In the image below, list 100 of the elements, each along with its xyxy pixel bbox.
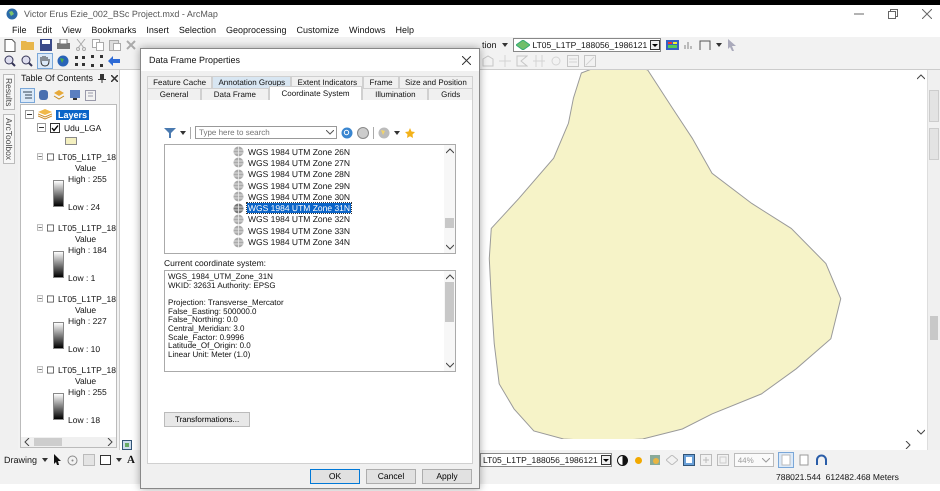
coordinate-system-item[interactable]: WGS 1984 UTM Zone 30N [247, 192, 352, 202]
monitor-icon[interactable] [69, 89, 81, 101]
menu-item[interactable]: Help [396, 25, 414, 35]
collapse-icon[interactable] [25, 110, 34, 119]
dialog-button[interactable]: OK [310, 468, 360, 484]
rectangle-icon[interactable] [100, 455, 112, 465]
checkbox[interactable] [47, 364, 54, 374]
pointer-icon[interactable] [53, 454, 62, 466]
options-icon[interactable] [85, 90, 96, 100]
scroll-right-icon[interactable] [107, 438, 113, 446]
zoom-out-icon[interactable] [21, 55, 33, 67]
tab[interactable]: Frame [363, 76, 399, 88]
color-table-icon[interactable] [666, 40, 680, 50]
globe-search-icon[interactable] [357, 126, 369, 138]
layout-view-icon[interactable] [682, 454, 695, 466]
star-icon[interactable] [404, 126, 416, 138]
layer-name[interactable]: LT05_L1TP_18 [58, 364, 116, 374]
transformations-button[interactable]: Transformations... [164, 412, 250, 427]
pan-hand-icon[interactable] [38, 54, 52, 68]
side-tab[interactable]: ArcToolbox [3, 114, 15, 164]
tab[interactable]: Data Frame [201, 88, 269, 100]
scroll-right-icon[interactable] [905, 440, 911, 448]
coordinate-system-item[interactable]: WGS 1984 UTM Zone 31N [247, 203, 352, 214]
layer-dropdown[interactable]: LT05_L1TP_188056_1986121 [512, 38, 662, 52]
close-icon[interactable] [922, 9, 932, 19]
menu-item[interactable]: Selection [178, 25, 216, 35]
menu-item[interactable]: Windows [349, 25, 386, 35]
polygon-tool-icon[interactable] [699, 40, 712, 50]
selection-menu[interactable]: tion [482, 40, 497, 50]
tab[interactable]: Size and Position [398, 76, 473, 88]
layer-name[interactable]: Udu_LGA [64, 122, 102, 132]
fixed-zoom-out-icon[interactable] [91, 55, 103, 67]
menu-item[interactable]: Geoprocessing [226, 25, 286, 35]
scrollbar-thumb[interactable] [930, 316, 938, 340]
layers-group[interactable]: Layers [56, 110, 90, 120]
collapse-icon[interactable] [37, 123, 46, 132]
back-arrow-icon[interactable] [108, 56, 120, 66]
chevron-down-icon[interactable] [326, 130, 334, 135]
menu-item[interactable]: Edit [36, 25, 52, 35]
scroll-up-icon[interactable] [446, 148, 454, 154]
menu-item[interactable]: Bookmarks [91, 25, 136, 35]
toggle-draft-mode-icon[interactable] [778, 453, 793, 467]
close-icon[interactable] [462, 56, 471, 64]
menu-item[interactable]: Insert [146, 25, 169, 35]
filter-icon[interactable] [164, 126, 176, 138]
layer-dropdown[interactable]: LT05_L1TP_188056_1986121 [480, 453, 612, 467]
fixed-zoom-in-icon[interactable] [74, 55, 86, 67]
change-layout-icon[interactable] [814, 454, 828, 466]
scroll-up-icon[interactable] [446, 274, 454, 280]
checkbox[interactable] [47, 152, 54, 162]
layer-name[interactable]: LT05_L1TP_18 [58, 222, 116, 232]
tab[interactable]: Feature Cache [147, 76, 212, 88]
contrast-icon[interactable] [616, 454, 628, 466]
coordinate-system-item[interactable]: WGS 1984 UTM Zone 28N [247, 169, 352, 180]
zoom-in-icon[interactable] [4, 55, 16, 67]
page-icon[interactable] [798, 454, 810, 466]
scroll-down-icon[interactable] [917, 429, 925, 435]
tab[interactable]: Annotation Groups [212, 76, 292, 88]
scrollbar-thumb[interactable] [445, 218, 454, 228]
scroll-down-icon[interactable] [446, 244, 454, 250]
tab[interactable]: General [147, 88, 201, 100]
scrollbar-thumb[interactable] [445, 282, 454, 322]
coordinate-system-item[interactable]: WGS 1984 UTM Zone 34N [247, 237, 352, 248]
pin-icon[interactable] [98, 74, 106, 82]
menu-item[interactable]: File [12, 25, 27, 35]
layer-name[interactable]: LT05_L1TP_18 [58, 294, 116, 304]
checkbox[interactable] [50, 122, 60, 132]
coordinate-system-item[interactable]: WGS 1984 UTM Zone 29N [247, 180, 352, 191]
tab[interactable]: Illumination [362, 88, 428, 100]
checkbox[interactable] [47, 294, 54, 304]
menu-item[interactable]: View [62, 25, 82, 35]
database-icon[interactable] [38, 89, 49, 101]
coordinate-system-item[interactable]: WGS 1984 UTM Zone 33N [247, 226, 352, 236]
side-tab[interactable]: Results [3, 74, 15, 110]
drawing-menu[interactable]: Drawing [4, 455, 38, 465]
close-icon[interactable] [111, 74, 118, 82]
coordinate-system-item[interactable]: WGS 1984 UTM Zone 26N [247, 146, 352, 157]
data-view-icon[interactable] [122, 440, 132, 450]
scroll-down-icon[interactable] [446, 362, 454, 368]
list-by-drawing-order-icon[interactable] [21, 88, 34, 102]
text-tool[interactable]: A [127, 454, 135, 466]
search-icon[interactable] [341, 126, 353, 138]
checkbox[interactable] [47, 222, 54, 232]
tab[interactable]: Coordinate System [268, 86, 362, 100]
search-field[interactable]: Type here to search [195, 126, 337, 139]
coordinate-system-item[interactable]: WGS 1984 UTM Zone 27N [247, 158, 352, 168]
menu-item[interactable]: Customize [296, 25, 340, 35]
coordinate-system-item[interactable]: WGS 1984 UTM Zone 32N [247, 214, 352, 224]
save-icon[interactable] [40, 39, 52, 51]
layers-icon[interactable] [53, 89, 65, 101]
dialog-button[interactable]: Cancel [366, 468, 416, 484]
rotate-icon[interactable] [67, 454, 78, 466]
restore-icon[interactable] [888, 9, 898, 19]
scrollbar-thumb[interactable] [34, 438, 62, 446]
dialog-button[interactable]: Apply [422, 468, 472, 484]
scroll-up-icon[interactable] [917, 74, 925, 80]
new-file-icon[interactable] [4, 38, 16, 52]
scroll-left-icon[interactable] [24, 438, 30, 446]
globe-icon[interactable] [57, 55, 69, 67]
layer-name[interactable]: LT05_L1TP_18 [58, 152, 116, 162]
